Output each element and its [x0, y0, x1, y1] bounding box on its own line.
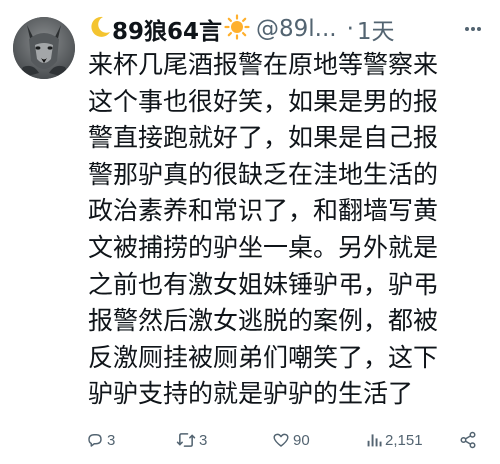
- tweet-text-line: 警那驴真的很缺乏在洼地生活的: [88, 159, 439, 189]
- tweet-header: 89狼64言 @89l... · 1天: [88, 12, 395, 46]
- retweet-icon: [176, 433, 196, 447]
- retweet-button[interactable]: 3: [176, 427, 207, 453]
- tweet-text-line: 这个事也很好笑，如果是男的报: [88, 86, 439, 116]
- like-button[interactable]: 90: [272, 427, 310, 453]
- more-icon: [465, 27, 481, 31]
- sun-icon: [224, 14, 250, 44]
- heart-icon: [273, 433, 289, 447]
- separator-dot: ·: [346, 16, 354, 42]
- display-name[interactable]: 89狼64言: [112, 12, 222, 46]
- reply-icon: [88, 434, 102, 447]
- tweet-text-line: 文被捕捞的驴坐一桌。另外就是: [88, 232, 439, 262]
- tweet-text-line: 警直接跑就好了，如果是自己报: [88, 123, 439, 153]
- like-count: 90: [293, 431, 310, 449]
- reply-count: 3: [107, 431, 116, 449]
- tweet-text: 来杯几尾酒报警在原地等警察来 这个事也很好笑，如果是男的报 警直接跑就好了，如果…: [88, 47, 488, 413]
- reply-button[interactable]: 3: [86, 427, 115, 453]
- action-bar: 3 3 90 2,151: [84, 427, 494, 453]
- user-handle[interactable]: @89l...: [256, 16, 337, 42]
- share-button[interactable]: [459, 427, 480, 453]
- tweet-text-line: 反激厕挂被厕弟们嘲笑了，这下: [88, 342, 439, 372]
- tweet-text-line: 来杯几尾酒报警在原地等警察来: [88, 50, 439, 79]
- avatar[interactable]: [13, 17, 75, 79]
- view-count: 2,151: [385, 431, 423, 449]
- crescent-moon-icon: [88, 15, 112, 43]
- share-icon: [460, 431, 476, 449]
- timestamp[interactable]: 1天: [357, 12, 395, 46]
- tweet-text-line: 之前也有激女姐妹锤驴弔，驴弔: [88, 269, 439, 299]
- retweet-count: 3: [199, 431, 208, 449]
- tweet-text-line: 驴驴支持的就是驴驴的生活了: [88, 379, 414, 409]
- tweet[interactable]: 89狼64言 @89l... · 1天 来杯几尾酒报警在原地等警察来 这个事也很…: [0, 0, 500, 464]
- avatar-wolf-image: [13, 17, 75, 79]
- tweet-text-line: 报警然后激女逃脱的案例，都被: [88, 306, 439, 336]
- views-icon: [367, 434, 382, 447]
- tweet-text-line: 政治素养和常识了，和翻墙写黄: [88, 196, 439, 226]
- more-button[interactable]: [457, 14, 489, 44]
- views-button[interactable]: 2,151: [366, 427, 423, 453]
